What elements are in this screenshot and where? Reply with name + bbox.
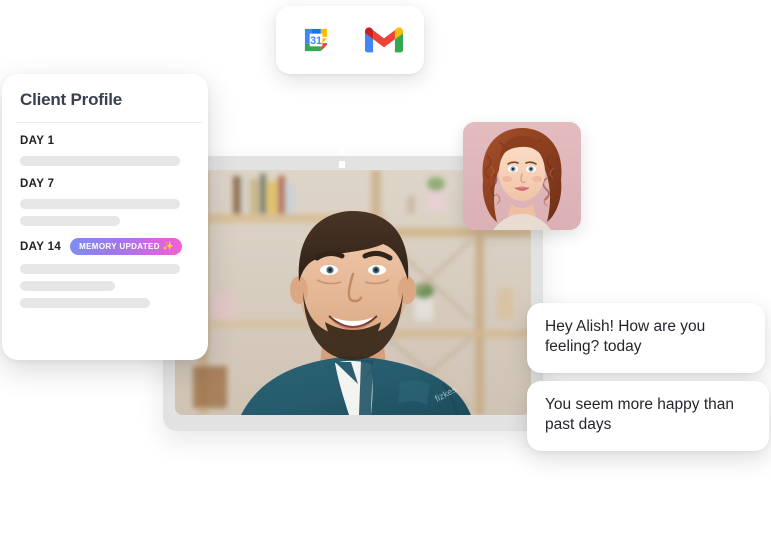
page-title: Client Profile — [20, 90, 123, 109]
status-badge: MEMORY UPDATED ✨ — [70, 238, 183, 255]
gmail-icon[interactable] — [365, 25, 403, 55]
skeleton-bar — [20, 281, 115, 291]
day-header: DAY 7 — [20, 178, 190, 190]
ai-avatar-thumbnail[interactable] — [463, 122, 581, 230]
calendar-day-number: 31 — [310, 35, 322, 47]
status-badge-label: MEMORY UPDATED — [79, 241, 160, 251]
skeleton-bar — [20, 156, 180, 166]
skeleton-bar — [20, 264, 180, 274]
chat-bubble[interactable]: You seem more happy than past days — [527, 381, 769, 451]
composite-illustration: fizkes Client Profile DAY 1 DAY 7 DAY 14… — [0, 0, 771, 546]
google-calendar-icon[interactable]: 31 — [297, 21, 335, 59]
timeline-entry: DAY 7 — [20, 178, 190, 226]
day-label: DAY 7 — [20, 178, 55, 190]
skeleton-bar — [20, 298, 150, 308]
day-header: DAY 14 MEMORY UPDATED ✨ — [20, 238, 190, 255]
connector-video-to-integrations-icon — [332, 76, 352, 168]
timeline-entry: DAY 14 MEMORY UPDATED ✨ — [20, 238, 190, 308]
skeleton-bar — [20, 216, 120, 226]
avatar-portrait-image — [463, 122, 581, 230]
day-header: DAY 1 — [20, 135, 190, 147]
sparkle-icon: ✨ — [162, 241, 175, 251]
day-label: DAY 14 — [20, 240, 62, 253]
day-label: DAY 1 — [20, 135, 55, 147]
timeline-entry: DAY 1 — [20, 135, 190, 166]
chat-message-text: Hey Alish! How are you feeling? today — [545, 318, 706, 356]
chat-message-text: You seem more happy than past days — [545, 396, 734, 434]
skeleton-bar — [20, 199, 180, 209]
connector-avatar-to-message-icon — [577, 169, 681, 310]
client-profile-card[interactable]: Client Profile DAY 1 DAY 7 DAY 14 MEMORY… — [2, 74, 208, 360]
profile-timeline: DAY 1 DAY 7 DAY 14 MEMORY UPDATED ✨ — [2, 123, 208, 308]
integrations-card[interactable]: 31 — [276, 6, 424, 74]
chat-bubble[interactable]: Hey Alish! How are you feeling? today — [527, 303, 765, 373]
